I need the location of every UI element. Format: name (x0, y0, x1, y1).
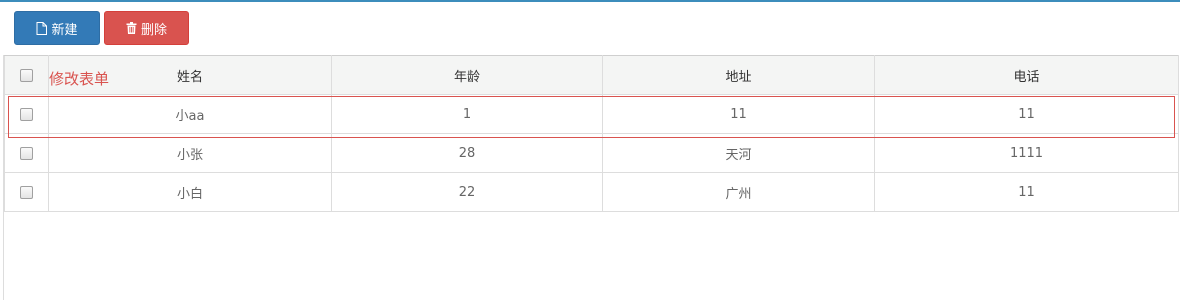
cell-name: 小白 (48, 172, 332, 212)
cell-age: 1 (331, 94, 603, 134)
column-header-address[interactable]: 地址 (602, 55, 875, 95)
row-checkbox[interactable] (20, 146, 33, 160)
cell-address: 11 (602, 94, 875, 134)
delete-button-label: 删除 (140, 22, 167, 38)
cell-phone: 11 (874, 172, 1179, 212)
trash-icon (126, 22, 137, 34)
table-header-row: 姓名 年龄 地址 电话 (4, 55, 1179, 95)
row-checkbox-cell (4, 94, 49, 134)
page: 新建 删除 姓名 年龄 地址 电话 小aa 1 11 11 小张 28 天河 1… (0, 0, 1180, 300)
new-button[interactable]: 新建 (14, 11, 100, 45)
new-button-label: 新建 (51, 22, 78, 38)
row-checkbox[interactable] (20, 185, 33, 199)
table-row[interactable]: 小张 28 天河 1111 (4, 133, 1179, 173)
cell-age: 22 (331, 172, 603, 212)
header-checkbox-cell (4, 55, 49, 95)
edit-form-annotation: 修改表单 (49, 70, 110, 88)
table-row[interactable]: 小aa 1 11 11 (4, 94, 1179, 134)
cell-phone: 11 (874, 94, 1179, 134)
cell-name: 小aa (48, 94, 332, 134)
select-all-checkbox[interactable] (20, 68, 33, 82)
row-checkbox[interactable] (20, 107, 33, 121)
delete-button[interactable]: 删除 (104, 11, 189, 45)
column-header-age[interactable]: 年龄 (331, 55, 603, 95)
cell-address: 天河 (602, 133, 875, 173)
row-checkbox-cell (4, 172, 49, 212)
column-header-phone[interactable]: 电话 (874, 55, 1179, 95)
cell-address: 广州 (602, 172, 875, 212)
top-accent-bar (0, 0, 1180, 2)
cell-age: 28 (331, 133, 603, 173)
data-table: 姓名 年龄 地址 电话 小aa 1 11 11 小张 28 天河 1111 小白… (4, 55, 1179, 212)
table-row[interactable]: 小白 22 广州 11 (4, 172, 1179, 212)
cell-phone: 1111 (874, 133, 1179, 173)
toolbar: 新建 删除 (14, 11, 189, 45)
cell-name: 小张 (48, 133, 332, 173)
data-table-container: 姓名 年龄 地址 电话 小aa 1 11 11 小张 28 天河 1111 小白… (4, 55, 1179, 212)
row-checkbox-cell (4, 133, 49, 173)
file-icon (36, 21, 48, 35)
